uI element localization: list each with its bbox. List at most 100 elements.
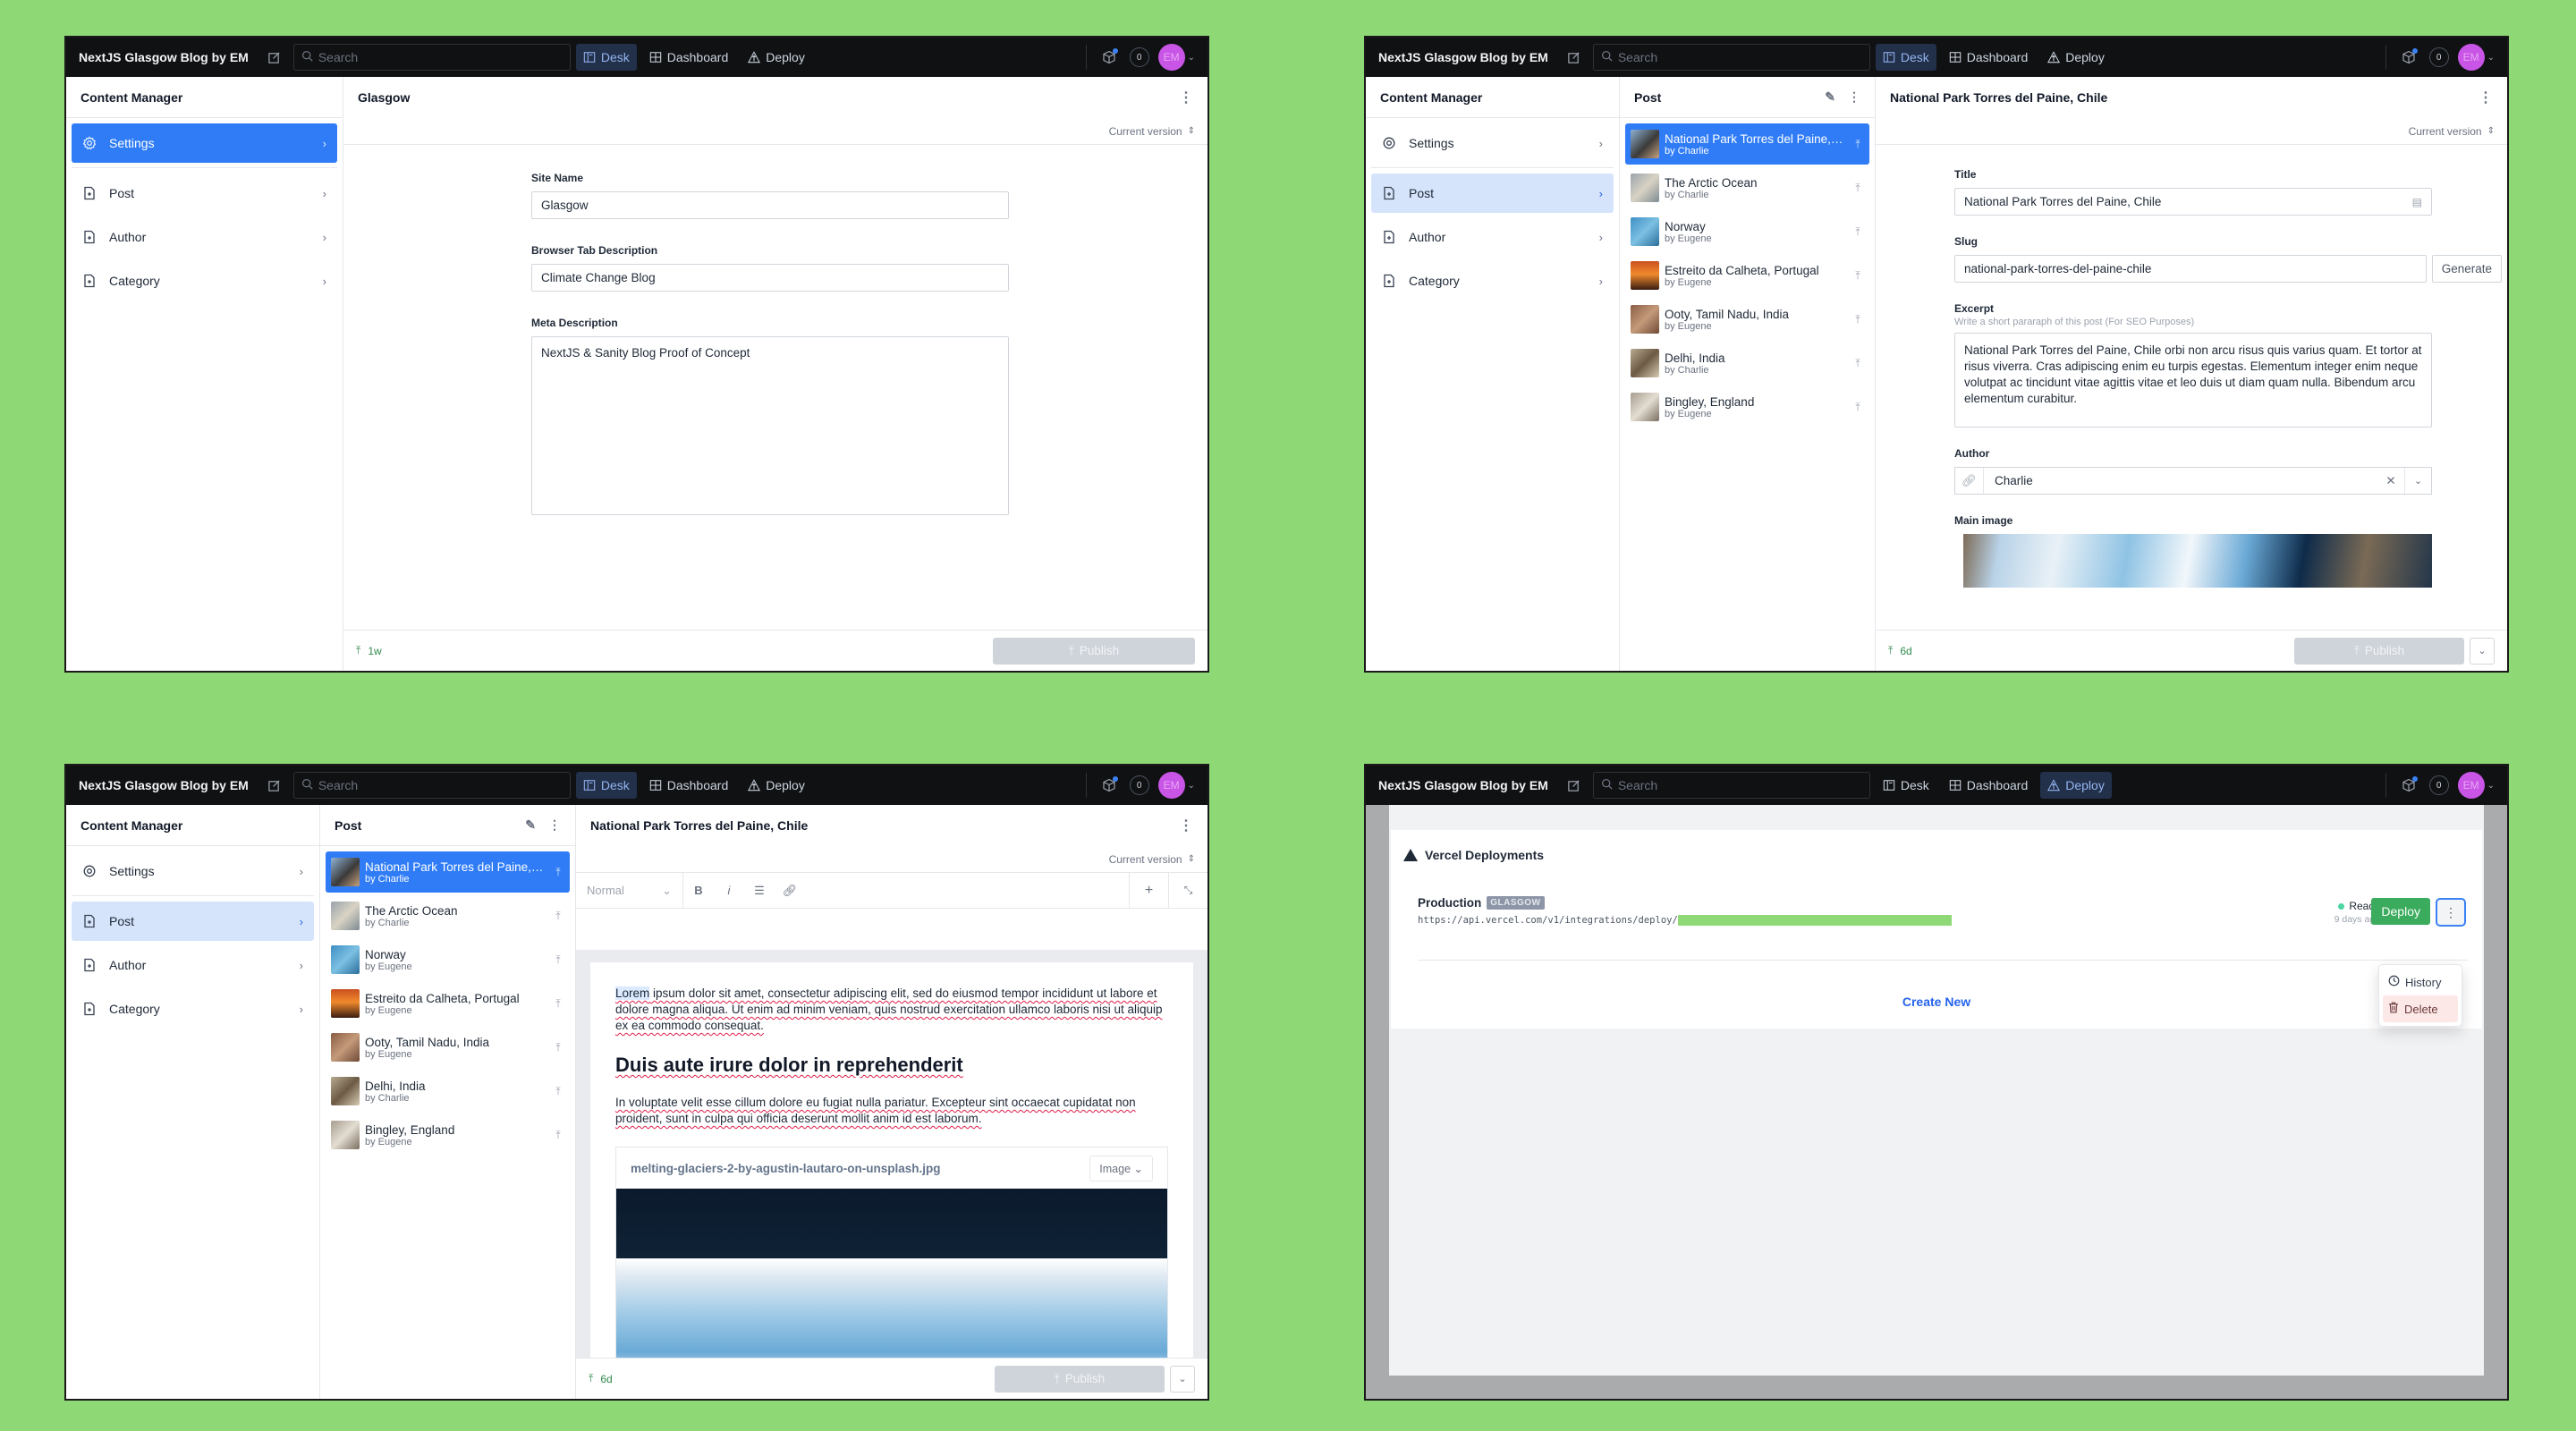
sidebar-item-settings[interactable]: Settings ›: [72, 123, 337, 163]
app-title[interactable]: NextJS Glasgow Blog by EM: [79, 50, 249, 64]
post-list-item[interactable]: Bingley, England by Eugene ⤒: [1625, 386, 1869, 428]
nav-deploy[interactable]: Deploy: [2040, 772, 2112, 799]
post-list-item[interactable]: Ooty, Tamil Nadu, India by Eugene ⤒: [326, 1027, 570, 1068]
chevron-down-icon[interactable]: ⌄: [2487, 53, 2495, 63]
avatar[interactable]: EM: [1157, 44, 1185, 71]
sidebar-item-author[interactable]: Author ›: [72, 945, 314, 985]
post-list-item[interactable]: National Park Torres del Paine, Chile by …: [326, 851, 570, 893]
post-list-item[interactable]: Delhi, India by Charlie ⤒: [326, 1071, 570, 1112]
search-input[interactable]: [292, 44, 571, 71]
slug-input[interactable]: national-park-torres-del-paine-chile: [1954, 255, 2427, 283]
compose-icon[interactable]: [1564, 47, 1584, 67]
chevron-down-icon[interactable]: ⌄: [2487, 781, 2495, 791]
post-list-item[interactable]: Bingley, England by Eugene ⤒: [326, 1114, 570, 1156]
search-field[interactable]: [318, 778, 563, 792]
sidebar-item-settings[interactable]: Settings ›: [72, 851, 314, 891]
publish-button[interactable]: ⤒ Publish: [2294, 637, 2464, 665]
nav-desk[interactable]: Desk: [1876, 772, 1936, 799]
sidebar-item-category[interactable]: Category ›: [72, 261, 337, 301]
more-options-button[interactable]: ⋮: [2436, 898, 2466, 927]
notification-count[interactable]: 0: [1129, 47, 1149, 67]
notification-count[interactable]: 0: [2428, 775, 2449, 795]
nav-deploy[interactable]: Deploy: [2040, 44, 2112, 71]
version-selector[interactable]: Current version ⇕: [343, 118, 1208, 145]
generate-button[interactable]: Generate: [2431, 255, 2502, 283]
package-icon[interactable]: [2399, 47, 2419, 67]
sidebar-item-category[interactable]: Category ›: [72, 989, 314, 1029]
post-list-item[interactable]: Estreito da Calheta, Portugal by Eugene ⤒: [326, 983, 570, 1024]
excerpt-textarea[interactable]: National Park Torres del Paine, Chile or…: [1954, 333, 2432, 428]
nav-dashboard[interactable]: Dashboard: [642, 44, 736, 71]
image-block[interactable]: melting-glaciers-2-by-agustin-lautaro-on…: [615, 1147, 1168, 1358]
package-icon[interactable]: [1099, 47, 1119, 67]
more-options-icon[interactable]: ⋮: [2479, 89, 2493, 106]
block-type-select[interactable]: Image ⌄: [1089, 1155, 1153, 1181]
search-field[interactable]: [1617, 778, 1862, 792]
version-selector[interactable]: Current version ⇕: [576, 846, 1208, 873]
insert-block-button[interactable]: +: [1129, 873, 1168, 908]
paragraph-1[interactable]: Lorem ipsum dolor sit amet, consectetur …: [615, 986, 1168, 1034]
more-options-icon[interactable]: ⋮: [1179, 817, 1193, 834]
chevron-down-icon[interactable]: ⌄: [1188, 781, 1195, 791]
nav-dashboard[interactable]: Dashboard: [1942, 772, 2036, 799]
search-field[interactable]: [1617, 50, 1862, 64]
compose-icon[interactable]: ✎: [525, 817, 536, 833]
post-list-item[interactable]: The Arctic Ocean by Charlie ⤒: [326, 895, 570, 936]
sidebar-item-post[interactable]: Post ›: [72, 902, 314, 941]
menu-item-delete[interactable]: Delete: [2383, 995, 2458, 1022]
app-title[interactable]: NextJS Glasgow Blog by EM: [1378, 50, 1548, 64]
post-list-item[interactable]: National Park Torres del Paine, Chile by …: [1625, 123, 1869, 165]
post-list-item[interactable]: Estreito da Calheta, Portugal by Eugene ⤒: [1625, 255, 1869, 296]
author-reference-input[interactable]: 🔗︎ Charlie ✕ ⌄: [1954, 467, 2432, 495]
post-list-item[interactable]: Norway by Eugene ⤒: [326, 939, 570, 980]
sidebar-item-category[interactable]: Category ›: [1371, 261, 1614, 301]
sidebar-item-author[interactable]: Author ›: [1371, 217, 1614, 257]
collapse-editor-icon[interactable]: ⤡: [1168, 873, 1208, 908]
publish-button[interactable]: ⤒ Publish: [993, 637, 1195, 665]
nav-desk[interactable]: Desk: [1875, 44, 1936, 71]
post-list-item[interactable]: The Arctic Ocean by Charlie ⤒: [1625, 167, 1869, 208]
nav-dashboard[interactable]: Dashboard: [642, 772, 736, 799]
avatar[interactable]: EM: [2457, 44, 2485, 71]
compose-icon[interactable]: [265, 47, 284, 67]
package-icon[interactable]: [2399, 775, 2419, 795]
notification-count[interactable]: 0: [2428, 47, 2449, 67]
main-image-preview[interactable]: [1963, 534, 2432, 588]
post-list-item[interactable]: Norway by Eugene ⤒: [1625, 211, 1869, 252]
publish-button[interactable]: ⤒ Publish: [995, 1365, 1165, 1393]
publish-menu-button[interactable]: ⌄: [2470, 637, 2495, 665]
post-list-item[interactable]: Delhi, India by Charlie ⤒: [1625, 343, 1869, 384]
publish-menu-button[interactable]: ⌄: [1170, 1365, 1195, 1393]
sidebar-item-post[interactable]: Post ›: [1371, 174, 1614, 213]
app-title[interactable]: NextJS Glasgow Blog by EM: [79, 778, 249, 792]
sidebar-item-author[interactable]: Author ›: [72, 217, 337, 257]
compose-icon[interactable]: [1564, 775, 1584, 795]
nav-deploy[interactable]: Deploy: [741, 772, 812, 799]
create-new-button[interactable]: Create New: [1391, 995, 2482, 1009]
menu-item-history[interactable]: History: [2383, 969, 2458, 995]
sidebar-item-settings[interactable]: Settings ›: [1371, 123, 1614, 163]
nav-desk[interactable]: Desk: [575, 44, 637, 71]
italic-button[interactable]: i: [714, 884, 744, 897]
link-button[interactable]: 🔗︎: [775, 884, 805, 898]
more-options-icon[interactable]: ⋮: [1179, 89, 1193, 106]
deploy-button[interactable]: Deploy: [2371, 898, 2430, 925]
chevron-down-icon[interactable]: ⌄: [1188, 53, 1195, 63]
avatar[interactable]: EM: [1157, 772, 1185, 799]
package-icon[interactable]: [1099, 775, 1119, 795]
heading[interactable]: Duis aute irure dolor in reprehenderit: [615, 1054, 1168, 1077]
chevron-down-icon[interactable]: ⌄: [2404, 468, 2431, 494]
more-options-icon[interactable]: ⋮: [548, 817, 561, 833]
nav-deploy[interactable]: Deploy: [741, 44, 812, 71]
compose-icon[interactable]: [265, 775, 284, 795]
browser-tab-input[interactable]: Climate Change Blog: [531, 264, 1009, 292]
search-field[interactable]: [318, 50, 563, 64]
notification-count[interactable]: 0: [1129, 775, 1149, 795]
avatar[interactable]: EM: [2457, 772, 2485, 799]
search-input[interactable]: [1592, 772, 1870, 799]
search-input[interactable]: [292, 772, 571, 799]
paragraph-2[interactable]: In voluptate velit esse cillum dolore eu…: [615, 1095, 1168, 1127]
text-style-select[interactable]: Normal ⌄: [576, 873, 683, 908]
more-options-icon[interactable]: ⋮: [1848, 89, 1860, 105]
version-selector[interactable]: Current version ⇕: [1876, 118, 2507, 145]
